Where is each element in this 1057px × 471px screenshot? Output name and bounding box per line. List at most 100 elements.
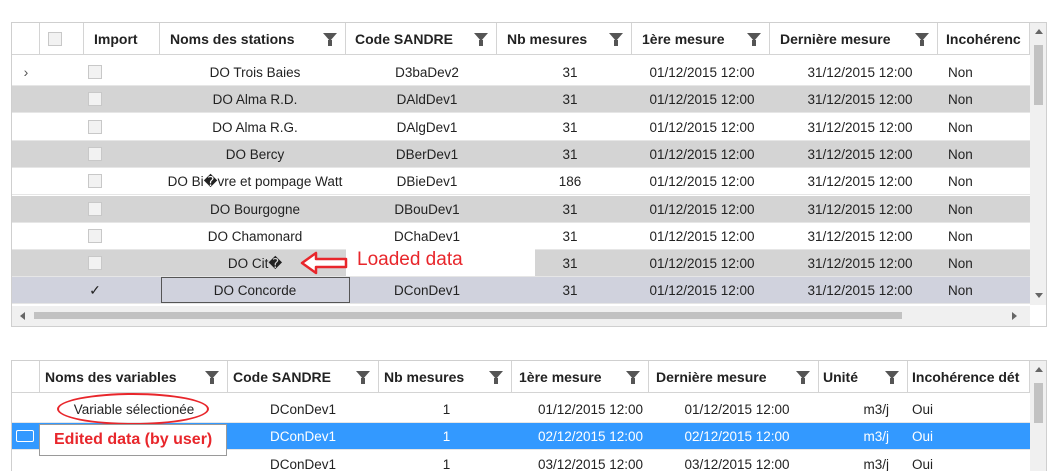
table-row[interactable]: DO Bi�vre et pompage Watt DBieDev1 186 01/1… [12, 168, 1030, 196]
stations-vertical-scrollbar[interactable] [1030, 23, 1046, 305]
import-checkbox[interactable] [88, 65, 102, 79]
col-header-last-mesure[interactable]: Dernière mesure [770, 23, 938, 55]
col-header-first-mesure[interactable]: 1ère mesure [632, 23, 770, 55]
station-incoherence[interactable]: Non [940, 141, 1030, 168]
station-nb-mesures[interactable]: 31 [500, 59, 640, 86]
variable-last-mesure[interactable]: 03/12/2015 12:00 [652, 451, 822, 471]
station-nb-mesures[interactable]: 31 [500, 114, 640, 141]
variable-last-mesure[interactable]: 01/12/2015 12:00 [652, 396, 822, 423]
variable-last-mesure[interactable]: 02/12/2015 12:00 [652, 423, 822, 450]
filter-icon[interactable] [796, 371, 810, 384]
station-nb-mesures[interactable]: 186 [500, 168, 640, 195]
station-first-mesure[interactable]: 01/12/2015 12:00 [632, 141, 772, 168]
station-first-mesure[interactable]: 01/12/2015 12:00 [632, 250, 772, 277]
station-name[interactable]: DO Concorde [160, 277, 350, 304]
variables-vertical-scrollbar[interactable] [1030, 361, 1046, 471]
station-incoherence[interactable]: Non [940, 277, 1030, 304]
scroll-up-icon[interactable] [1035, 29, 1043, 34]
variable-code[interactable]: DConDev1 [228, 423, 378, 450]
filter-icon[interactable] [474, 33, 488, 46]
filter-icon[interactable] [747, 33, 761, 46]
station-last-mesure[interactable]: 31/12/2015 12:00 [780, 168, 940, 195]
station-name[interactable]: DO Bourgogne [160, 196, 350, 223]
station-nb-mesures[interactable]: 31 [500, 223, 640, 250]
station-code[interactable]: DAlgDev1 [352, 114, 502, 141]
col-header-incoherence[interactable]: Incohérenc [938, 23, 1030, 55]
station-nb-mesures[interactable]: 31 [500, 86, 640, 113]
station-last-mesure[interactable]: 31/12/2015 12:00 [780, 59, 940, 86]
col-header-code-sandre[interactable]: Code SANDRE [228, 361, 379, 393]
variable-unit[interactable]: m3/j [819, 451, 897, 471]
station-incoherence[interactable]: Non [940, 86, 1030, 113]
table-row[interactable]: › DO Trois Baies D3baDev2 31 01/12/2015 12:0… [12, 59, 1030, 86]
col-header-code-sandre[interactable]: Code SANDRE [346, 23, 497, 55]
station-first-mesure[interactable]: 01/12/2015 12:00 [632, 168, 772, 195]
col-header-import[interactable]: Import [84, 23, 160, 55]
table-row[interactable]: DO Chamonard DChaDev1 31 01/12/2015 12:00 31… [12, 223, 1030, 250]
filter-icon[interactable] [885, 371, 899, 384]
station-incoherence[interactable]: Non [940, 59, 1030, 86]
station-code[interactable]: DConDev1 [352, 277, 502, 304]
table-row[interactable]: ✓ DO Concorde DConDev1 31 01/12/2015 12:00 31… [12, 277, 1030, 304]
variable-first-mesure[interactable]: 02/12/2015 12:00 [512, 423, 669, 450]
table-row[interactable]: DO Bourgogne DBouDev1 31 01/12/2015 12:00 31… [12, 195, 1030, 223]
station-last-mesure[interactable]: 31/12/2015 12:00 [780, 196, 940, 223]
col-header-nb-mesures[interactable]: Nb mesures [497, 23, 632, 55]
station-last-mesure[interactable]: 31/12/2015 12:00 [780, 141, 940, 168]
station-code[interactable]: DBieDev1 [352, 168, 502, 195]
filter-icon[interactable] [489, 371, 503, 384]
import-checkbox[interactable] [88, 201, 102, 216]
stations-horizontal-scrollbar[interactable] [12, 306, 1030, 326]
station-code[interactable]: DBouDev1 [352, 196, 502, 223]
col-header-unit[interactable]: Unité [819, 361, 908, 393]
station-code[interactable]: DChaDev1 [352, 223, 502, 250]
variable-incoherence[interactable]: Oui [904, 451, 1024, 471]
station-last-mesure[interactable]: 31/12/2015 12:00 [780, 114, 940, 141]
col-header-station-name[interactable]: Noms des stations [160, 23, 346, 55]
station-code[interactable]: DAldDev1 [352, 86, 502, 113]
scroll-thumb[interactable] [1034, 45, 1043, 105]
station-name[interactable]: DO Chamonard [160, 223, 350, 250]
import-checkbox[interactable] [88, 146, 102, 161]
station-incoherence[interactable]: Non [940, 250, 1030, 277]
variable-code[interactable]: DConDev1 [228, 451, 378, 471]
station-first-mesure[interactable]: 01/12/2015 12:00 [632, 86, 772, 113]
import-checkbox[interactable]: ✓ [84, 277, 106, 304]
variable-first-mesure[interactable]: 03/12/2015 12:00 [512, 451, 669, 471]
station-nb-mesures[interactable]: 31 [500, 196, 640, 223]
station-nb-mesures[interactable]: 31 [500, 277, 640, 304]
station-first-mesure[interactable]: 01/12/2015 12:00 [632, 59, 772, 86]
filter-icon[interactable] [609, 33, 623, 46]
import-checkbox[interactable] [88, 228, 102, 243]
station-incoherence[interactable]: Non [940, 114, 1030, 141]
col-header-last-mesure[interactable]: Dernière mesure [649, 361, 819, 393]
filter-icon[interactable] [356, 371, 370, 384]
filter-icon[interactable] [205, 371, 219, 384]
variable-first-mesure[interactable]: 01/12/2015 12:00 [512, 396, 669, 423]
scroll-thumb[interactable] [34, 312, 902, 319]
station-last-mesure[interactable]: 31/12/2015 12:00 [780, 250, 940, 277]
scroll-up-icon[interactable] [1035, 367, 1043, 372]
variable-nb-mesures[interactable]: 1 [379, 423, 514, 450]
select-all-checkbox[interactable] [48, 32, 62, 46]
station-last-mesure[interactable]: 31/12/2015 12:00 [780, 277, 940, 304]
station-incoherence[interactable]: Non [940, 223, 1030, 250]
import-checkbox[interactable] [88, 92, 102, 107]
station-name[interactable]: DO Bi�vre et pompage Watt [160, 168, 350, 195]
col-header-first-mesure[interactable]: 1ère mesure [512, 361, 649, 393]
filter-icon[interactable] [626, 371, 640, 384]
station-name[interactable]: DO Trois Baies [160, 59, 350, 86]
variable-incoherence[interactable]: Oui [904, 423, 1024, 450]
station-incoherence[interactable]: Non [940, 168, 1030, 195]
station-name[interactable]: DO Alma R.D. [160, 86, 350, 113]
station-nb-mesures[interactable]: 31 [500, 141, 640, 168]
table-row[interactable]: DO Alma R.D. DAldDev1 31 01/12/2015 12:00 31… [12, 86, 1030, 114]
table-row[interactable]: DO Alma R.G. DAlgDev1 31 01/12/2015 12:00 31… [12, 114, 1030, 141]
station-incoherence[interactable]: Non [940, 196, 1030, 223]
import-checkbox[interactable] [88, 256, 102, 271]
variable-code[interactable]: DConDev1 [228, 396, 378, 423]
station-last-mesure[interactable]: 31/12/2015 12:00 [780, 223, 940, 250]
scroll-right-icon[interactable] [1012, 312, 1017, 320]
filter-icon[interactable] [915, 33, 929, 46]
station-name[interactable]: DO Alma R.G. [160, 114, 350, 141]
